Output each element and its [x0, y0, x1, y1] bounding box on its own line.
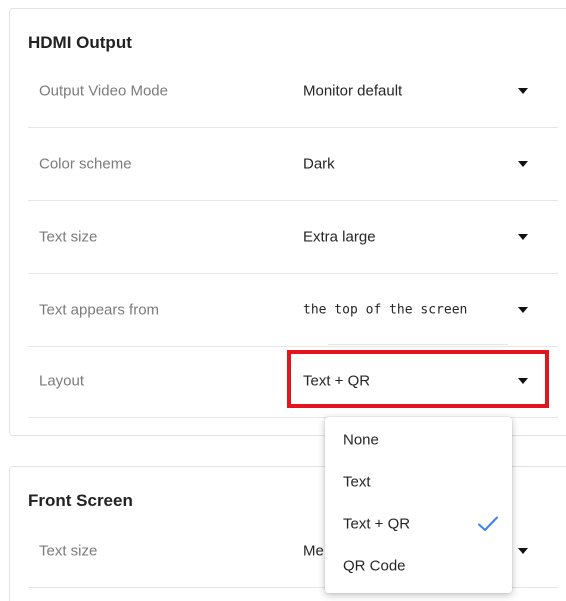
dropdown-option-text[interactable]: Text	[325, 461, 512, 503]
front-screen-title: Front Screen	[28, 491, 133, 510]
output-video-mode-label: Output Video Mode	[39, 82, 168, 100]
text-appears-from-label: Text appears from	[39, 301, 160, 319]
dropdown-option-none[interactable]: None	[325, 419, 512, 461]
caret-down-icon[interactable]	[518, 548, 528, 554]
color-scheme-select[interactable]: Dark	[303, 156, 335, 173]
check-icon	[478, 516, 498, 531]
layout-dropdown-menu: None Text Text + QR QR Code	[325, 417, 512, 593]
text-size-row: Text size Extra large	[28, 201, 558, 274]
caret-down-icon[interactable]	[518, 307, 528, 313]
dropdown-option-label: None	[343, 431, 379, 449]
caret-down-icon[interactable]	[518, 161, 528, 167]
layout-field-underline	[328, 344, 508, 345]
text-size-label: Text size	[39, 228, 98, 246]
layout-label: Layout	[39, 372, 85, 390]
color-scheme-row: Color scheme Dark	[28, 128, 558, 201]
settings-page: HDMI Output Output Video Mode Monitor de…	[0, 0, 566, 601]
caret-down-icon[interactable]	[518, 88, 528, 94]
dropdown-option-qr-code[interactable]: QR Code	[325, 545, 512, 587]
text-appears-from-select[interactable]: the top of the screen	[303, 303, 467, 318]
text-size-select[interactable]: Extra large	[303, 229, 376, 246]
dropdown-option-label: Text	[343, 473, 371, 491]
dropdown-option-label: Text + QR	[343, 515, 411, 533]
hdmi-output-title: HDMI Output	[28, 33, 132, 52]
front-text-size-label: Text size	[39, 542, 98, 560]
color-scheme-label: Color scheme	[39, 155, 132, 173]
dropdown-option-text-qr[interactable]: Text + QR	[325, 503, 512, 545]
output-video-mode-select[interactable]: Monitor default	[303, 83, 402, 100]
text-appears-from-row: Text appears from the top of the screen	[28, 274, 558, 347]
caret-down-icon[interactable]	[518, 234, 528, 240]
layout-highlight-box	[287, 350, 549, 408]
output-video-mode-row: Output Video Mode Monitor default	[28, 55, 558, 128]
dropdown-option-label: QR Code	[343, 557, 406, 575]
front-text-size-select[interactable]: Me	[303, 543, 324, 560]
